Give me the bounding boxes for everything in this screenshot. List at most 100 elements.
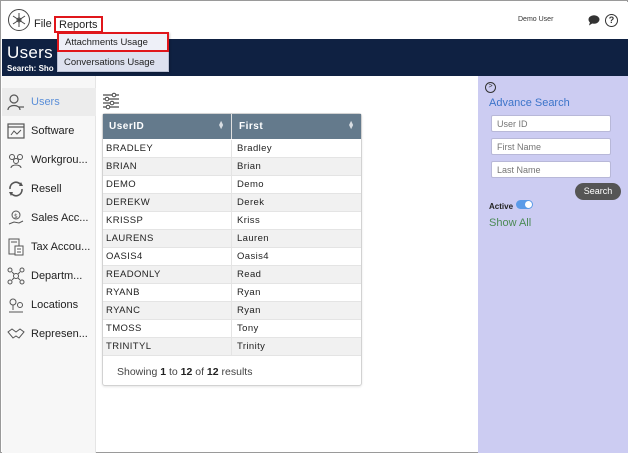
column-header-first[interactable]: First ▲ ▼: [233, 114, 361, 139]
sidebar-item-locations[interactable]: Locations: [2, 291, 96, 319]
cell-userid: DEREKW: [103, 194, 232, 212]
representative-icon: [6, 324, 26, 344]
sidebar-item-label: Sales Acc...: [31, 212, 89, 224]
sidebar-item-sales-accounts[interactable]: $ Sales Acc...: [2, 204, 96, 232]
cell-userid: BRADLEY: [103, 140, 232, 158]
sidebar-item-representatives[interactable]: Represen...: [2, 320, 96, 348]
table-row[interactable]: DEREKW Derek: [103, 194, 361, 212]
table-row[interactable]: DEMO Demo: [103, 176, 361, 194]
logo-icon[interactable]: [8, 9, 30, 31]
advance-search-panel: > Advance Search Search Active Show All: [478, 76, 628, 453]
sidebar-item-workgroups[interactable]: Workgrou...: [2, 146, 96, 174]
cell-first: Oasis4: [237, 251, 269, 262]
app-frame: File Reports Demo User ? Users L Search:…: [0, 0, 628, 453]
cell-userid: TRINITYL: [103, 338, 232, 356]
cell-userid: DEMO: [103, 176, 232, 194]
table-row[interactable]: RYANB Ryan: [103, 284, 361, 302]
table-header: UserID ▲ ▼ First ▲ ▼: [103, 114, 361, 139]
summary-text: of: [192, 366, 207, 378]
table-row[interactable]: READONLY Read: [103, 266, 361, 284]
cell-userid: KRISSP: [103, 212, 232, 230]
filter-settings-icon[interactable]: [102, 92, 120, 110]
cell-first: Kriss: [237, 215, 261, 226]
active-toggle[interactable]: [516, 200, 533, 209]
sidebar-item-label: Users: [31, 96, 60, 108]
sidebar-item-label: Workgrou...: [31, 154, 88, 166]
collapse-panel-icon[interactable]: >: [485, 82, 496, 93]
table-row[interactable]: TMOSS Tony: [103, 320, 361, 338]
department-icon: [6, 266, 26, 286]
sidebar-item-resell[interactable]: Resell: [2, 175, 96, 203]
summary-to: 12: [180, 366, 193, 378]
summary-text: to: [166, 366, 181, 378]
cell-first: Trinity: [237, 341, 266, 352]
cell-first: Tony: [237, 323, 259, 334]
sort-icon[interactable]: ▲ ▼: [218, 120, 225, 131]
chat-icon[interactable]: [588, 15, 600, 26]
resell-icon: [6, 179, 26, 199]
user-name[interactable]: Demo User: [518, 16, 553, 23]
sidebar-item-label: Locations: [31, 299, 79, 311]
location-icon: [6, 295, 26, 315]
cell-userid: READONLY: [103, 266, 232, 284]
table-row[interactable]: OASIS4 Oasis4: [103, 248, 361, 266]
cell-first: Ryan: [237, 287, 261, 298]
cell-userid: RYANB: [103, 284, 232, 302]
summary-text: results: [218, 366, 253, 378]
table-row[interactable]: RYANC Ryan: [103, 302, 361, 320]
user-id-input[interactable]: [491, 115, 611, 132]
sidebar-item-label: Resell: [31, 183, 62, 195]
cell-userid: RYANC: [103, 302, 232, 320]
software-icon: [6, 121, 26, 141]
cell-userid: OASIS4: [103, 248, 232, 266]
sidebar-item-software[interactable]: Software: [2, 117, 96, 145]
cell-userid: BRIAN: [103, 158, 232, 176]
table-row[interactable]: TRINITYL Trinity: [103, 338, 361, 356]
pagination-summary: Showing 1 to 12 of 12 results: [117, 366, 252, 378]
first-name-input[interactable]: [491, 138, 611, 155]
sidebar-item-label: Represen...: [31, 328, 88, 340]
cell-first: Bradley: [237, 143, 273, 154]
sidebar-item-label: Software: [31, 125, 75, 137]
search-caption: Search: Sho: [7, 64, 54, 73]
sidebar-item-users[interactable]: Users: [2, 88, 96, 116]
reports-dropdown: Attachments Usage Conversations Usage: [57, 32, 169, 72]
sidebar-item-tax-accounts[interactable]: Tax Accou...: [2, 233, 96, 261]
user-icon: [6, 92, 26, 112]
sidebar-item-label: Tax Accou...: [31, 241, 91, 253]
cell-first: Ryan: [237, 305, 261, 316]
advance-search-title: Advance Search: [489, 97, 570, 109]
summary-total: 12: [206, 366, 219, 378]
sidebar-item-departments[interactable]: Departm...: [2, 262, 96, 290]
menu-reports[interactable]: Reports: [54, 16, 103, 33]
cell-first: Lauren: [237, 233, 269, 244]
menu-file[interactable]: File: [34, 18, 52, 30]
cell-userid: TMOSS: [103, 320, 232, 338]
cell-first: Demo: [237, 179, 264, 190]
sidebar: Users Software Workgrou... Resell $ Sale…: [2, 76, 96, 453]
tax-account-icon: [6, 237, 26, 257]
summary-text: Showing: [117, 366, 161, 378]
last-name-input[interactable]: [491, 161, 611, 178]
column-header-label: First: [239, 121, 264, 132]
cell-first: Brian: [237, 161, 262, 172]
menu-item-conversations-usage[interactable]: Conversations Usage: [58, 55, 168, 72]
cell-userid: LAURENS: [103, 230, 232, 248]
help-icon[interactable]: ?: [605, 14, 618, 27]
svg-text:$: $: [14, 213, 18, 220]
search-button[interactable]: Search: [575, 183, 621, 200]
table-row[interactable]: BRADLEY Bradley: [103, 140, 361, 158]
show-all-link[interactable]: Show All: [489, 217, 531, 229]
sort-icon[interactable]: ▲ ▼: [348, 120, 355, 131]
cell-first: Derek: [237, 197, 265, 208]
active-label: Active: [489, 202, 514, 211]
cell-first: Read: [237, 269, 262, 280]
table-row[interactable]: KRISSP Kriss: [103, 212, 361, 230]
users-table: UserID ▲ ▼ First ▲ ▼ BRADLEY Bradley BRIAN Br…: [102, 113, 362, 386]
sidebar-item-label: Departm...: [31, 270, 83, 282]
table-row[interactable]: BRIAN Brian: [103, 158, 361, 176]
menu-item-attachments-usage[interactable]: Attachments Usage: [57, 32, 169, 52]
workgroup-icon: [6, 150, 26, 170]
column-header-userid[interactable]: UserID ▲ ▼: [103, 114, 232, 139]
table-row[interactable]: LAURENS Lauren: [103, 230, 361, 248]
